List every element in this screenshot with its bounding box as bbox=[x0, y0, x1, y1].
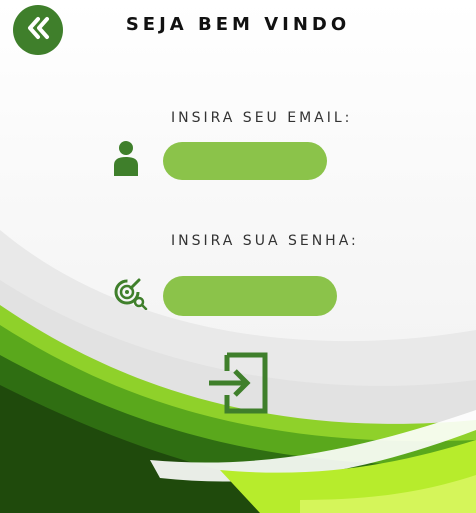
password-field[interactable] bbox=[163, 276, 337, 316]
password-label: INSIRA SUA SENHA: bbox=[171, 233, 359, 249]
email-field[interactable] bbox=[163, 142, 327, 180]
login-button[interactable] bbox=[207, 349, 271, 417]
background-waves bbox=[0, 230, 476, 513]
user-icon bbox=[113, 140, 139, 182]
email-label: INSIRA SEU EMAIL: bbox=[171, 110, 353, 126]
login-enter-icon bbox=[207, 352, 271, 421]
key-lock-icon bbox=[113, 274, 149, 314]
page-title: SEJA BEM VINDO bbox=[125, 14, 351, 35]
